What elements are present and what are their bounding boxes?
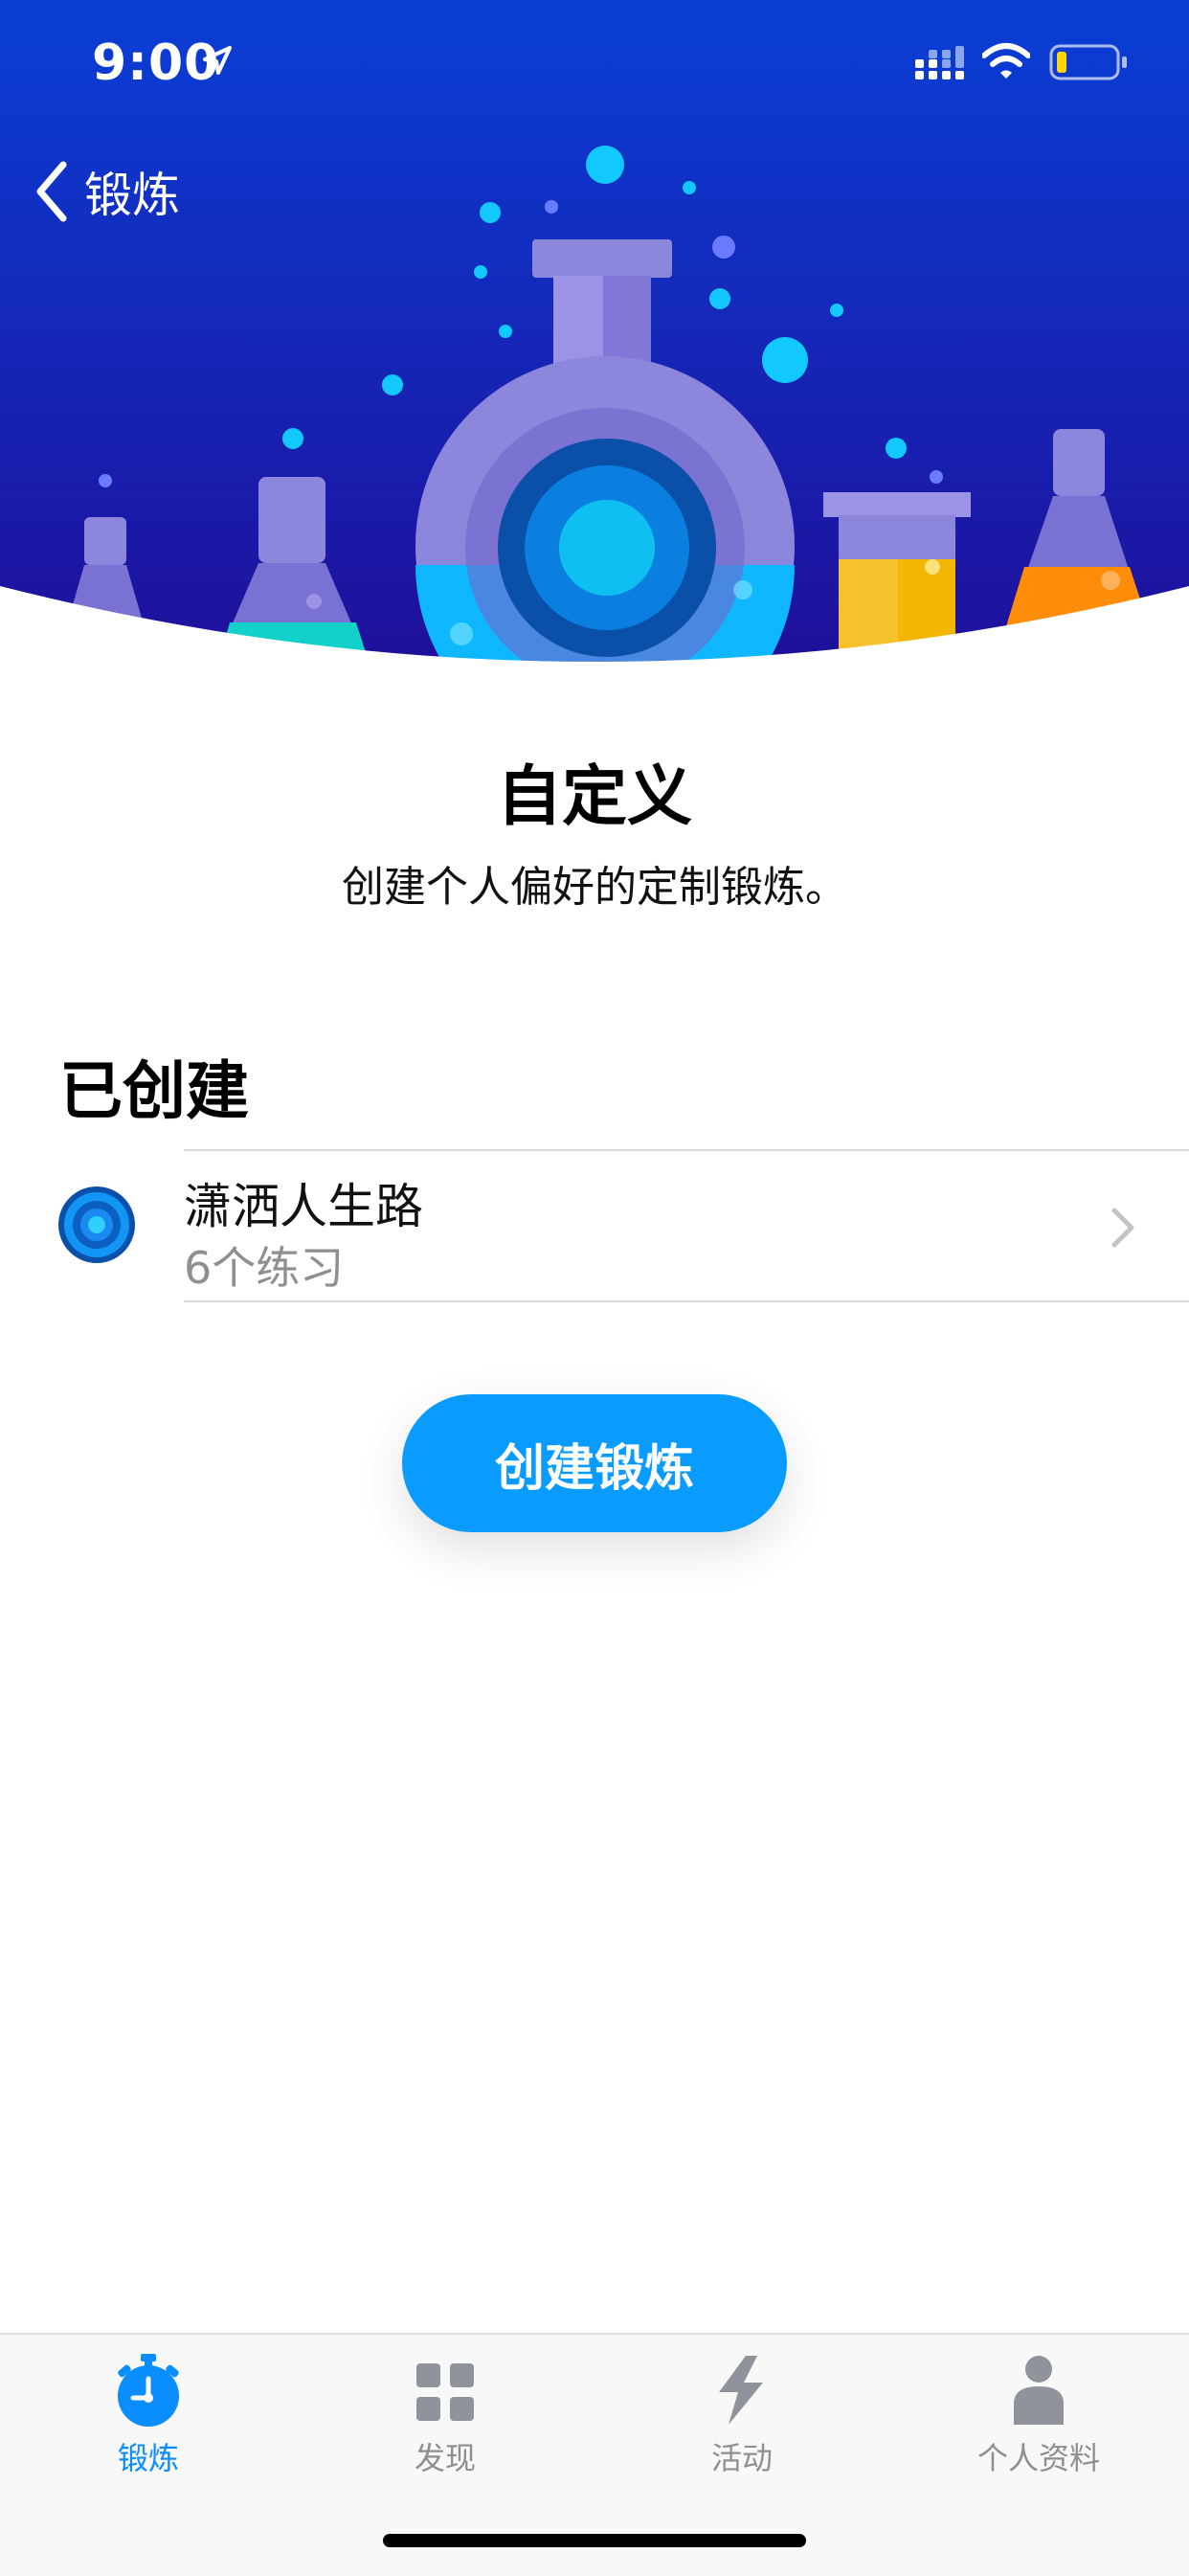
list-divider-bottom: [184, 1300, 1189, 1302]
tab-label-activity: 活动: [710, 2440, 773, 2476]
home-indicator: [383, 2534, 806, 2547]
lab-flasks-illustration: [0, 0, 1189, 670]
bolt-icon: [719, 2356, 763, 2425]
person-icon: [1014, 2356, 1064, 2425]
workout-exercise-count: 6个练习: [184, 1242, 345, 1294]
tab-profile[interactable]: 个人资料: [890, 2354, 1187, 2497]
chevron-left-icon: [36, 161, 67, 222]
tab-label-workouts: 锻炼: [117, 2440, 179, 2476]
back-button[interactable]: 锻炼: [34, 153, 180, 230]
tab-label-profile: 个人资料: [976, 2440, 1100, 2476]
cellular-signal-icon: [915, 46, 964, 79]
tab-activity[interactable]: 活动: [594, 2354, 890, 2497]
battery-icon: [1049, 44, 1127, 80]
section-heading: 已创建: [59, 1054, 249, 1128]
hero-illustration: [0, 0, 1189, 670]
workout-list-item[interactable]: 潇洒人生路 6个练习: [0, 1151, 1189, 1300]
tab-discover[interactable]: 发现: [297, 2354, 594, 2497]
workout-target-icon: [58, 1186, 135, 1263]
location-arrow-icon: [203, 46, 232, 75]
tab-label-discover: 发现: [414, 2440, 476, 2476]
tab-workouts[interactable]: 锻炼: [0, 2354, 297, 2497]
stopwatch-icon: [118, 2354, 179, 2427]
chevron-right-icon: [1111, 1208, 1134, 1248]
wifi-icon: [982, 43, 1030, 79]
grid-icon: [416, 2363, 474, 2421]
workout-title: 潇洒人生路: [184, 1179, 423, 1234]
create-workout-button[interactable]: 创建锻炼: [402, 1394, 787, 1532]
page-subtitle: 创建个人偏好的定制锻炼。: [342, 863, 847, 912]
back-label: 锻炼: [84, 168, 180, 223]
page-title: 自定义: [496, 759, 692, 835]
